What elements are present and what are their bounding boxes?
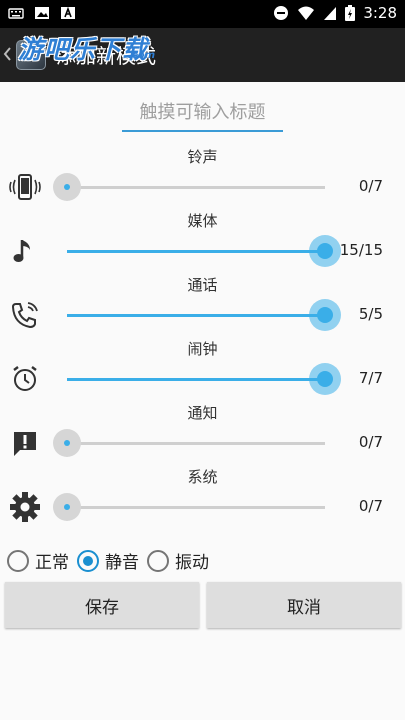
cancel-button[interactable]: 取消 <box>207 582 401 628</box>
title-field[interactable] <box>122 96 283 132</box>
volume-label: 通话 <box>187 276 218 294</box>
volume-row: 铃声 0/7 <box>0 146 405 210</box>
status-bar: 3:28 <box>0 0 405 28</box>
volume-row: 系统 0/7 <box>0 466 405 530</box>
battery-charging-icon <box>345 5 356 21</box>
mode-silent-label: 静音 <box>105 553 139 573</box>
volume-slider-fill <box>67 250 325 253</box>
volume-row: 媒体 15/15 <box>0 210 405 274</box>
volume-label: 通知 <box>187 404 218 422</box>
radio-normal[interactable] <box>7 549 29 572</box>
app-bar: 添加新模式 游吧乐下载 .com <box>0 28 405 82</box>
volume-slider[interactable] <box>67 363 341 395</box>
radio-vibrate[interactable] <box>147 549 169 572</box>
keyboard-icon <box>8 8 24 19</box>
gear-icon <box>8 490 42 524</box>
volume-label: 媒体 <box>187 212 218 230</box>
volume-label: 闹钟 <box>187 340 218 358</box>
status-time: 3:28 <box>363 4 397 22</box>
title-input[interactable] <box>122 96 283 128</box>
volume-label: 铃声 <box>187 148 218 166</box>
save-button[interactable]: 保存 <box>5 582 199 628</box>
volume-value: 0/7 <box>358 497 383 515</box>
volume-slider-thumb[interactable] <box>317 371 333 387</box>
radio-silent[interactable] <box>77 549 99 572</box>
volume-row: 通知 0/7 <box>0 402 405 466</box>
mode-vibrate-label: 振动 <box>175 553 209 573</box>
volume-value: 7/7 <box>358 369 383 387</box>
volume-slider-thumb[interactable] <box>64 504 70 510</box>
text-a-icon <box>61 6 75 19</box>
volume-slider-thumb[interactable] <box>64 184 70 190</box>
volume-slider[interactable] <box>67 235 341 267</box>
volume-row: 闹钟 7/7 <box>0 338 405 402</box>
volume-slider-thumb[interactable] <box>317 243 333 259</box>
chevron-left-icon[interactable] <box>3 44 13 64</box>
volume-value: 0/7 <box>358 177 383 195</box>
mode-silent[interactable]: 静音 <box>77 548 139 573</box>
do-not-disturb-icon <box>274 6 289 20</box>
mode-normal-label: 正常 <box>35 553 69 573</box>
signal-icon <box>324 7 337 20</box>
volume-value: 0/7 <box>358 433 383 451</box>
volume-row: 通话 5/5 <box>0 274 405 338</box>
volume-slider-thumb[interactable] <box>64 440 70 446</box>
watermark-sub: .com <box>128 50 156 61</box>
volume-slider[interactable] <box>53 429 325 457</box>
mode-vibrate[interactable]: 振动 <box>147 548 209 573</box>
volume-slider-thumb[interactable] <box>317 307 333 323</box>
music-note-icon <box>8 234 42 268</box>
mode-normal[interactable]: 正常 <box>7 548 69 573</box>
phone-vibrate-icon <box>8 170 42 204</box>
volume-value: 15/15 <box>339 241 383 259</box>
wifi-icon <box>298 6 315 20</box>
volume-label: 系统 <box>187 468 218 486</box>
image-icon <box>35 7 49 19</box>
volume-slider-fill <box>67 314 325 317</box>
ringer-mode-group: 正常 静音 振动 <box>7 548 217 573</box>
phone-in-talk-icon <box>8 298 42 332</box>
notification-alert-icon <box>8 426 42 460</box>
volume-slider[interactable] <box>53 493 325 521</box>
alarm-clock-icon <box>8 362 42 396</box>
volume-slider[interactable] <box>53 173 325 201</box>
volume-slider-fill <box>67 378 325 381</box>
volume-slider[interactable] <box>67 299 341 331</box>
volume-value: 5/5 <box>358 305 383 323</box>
